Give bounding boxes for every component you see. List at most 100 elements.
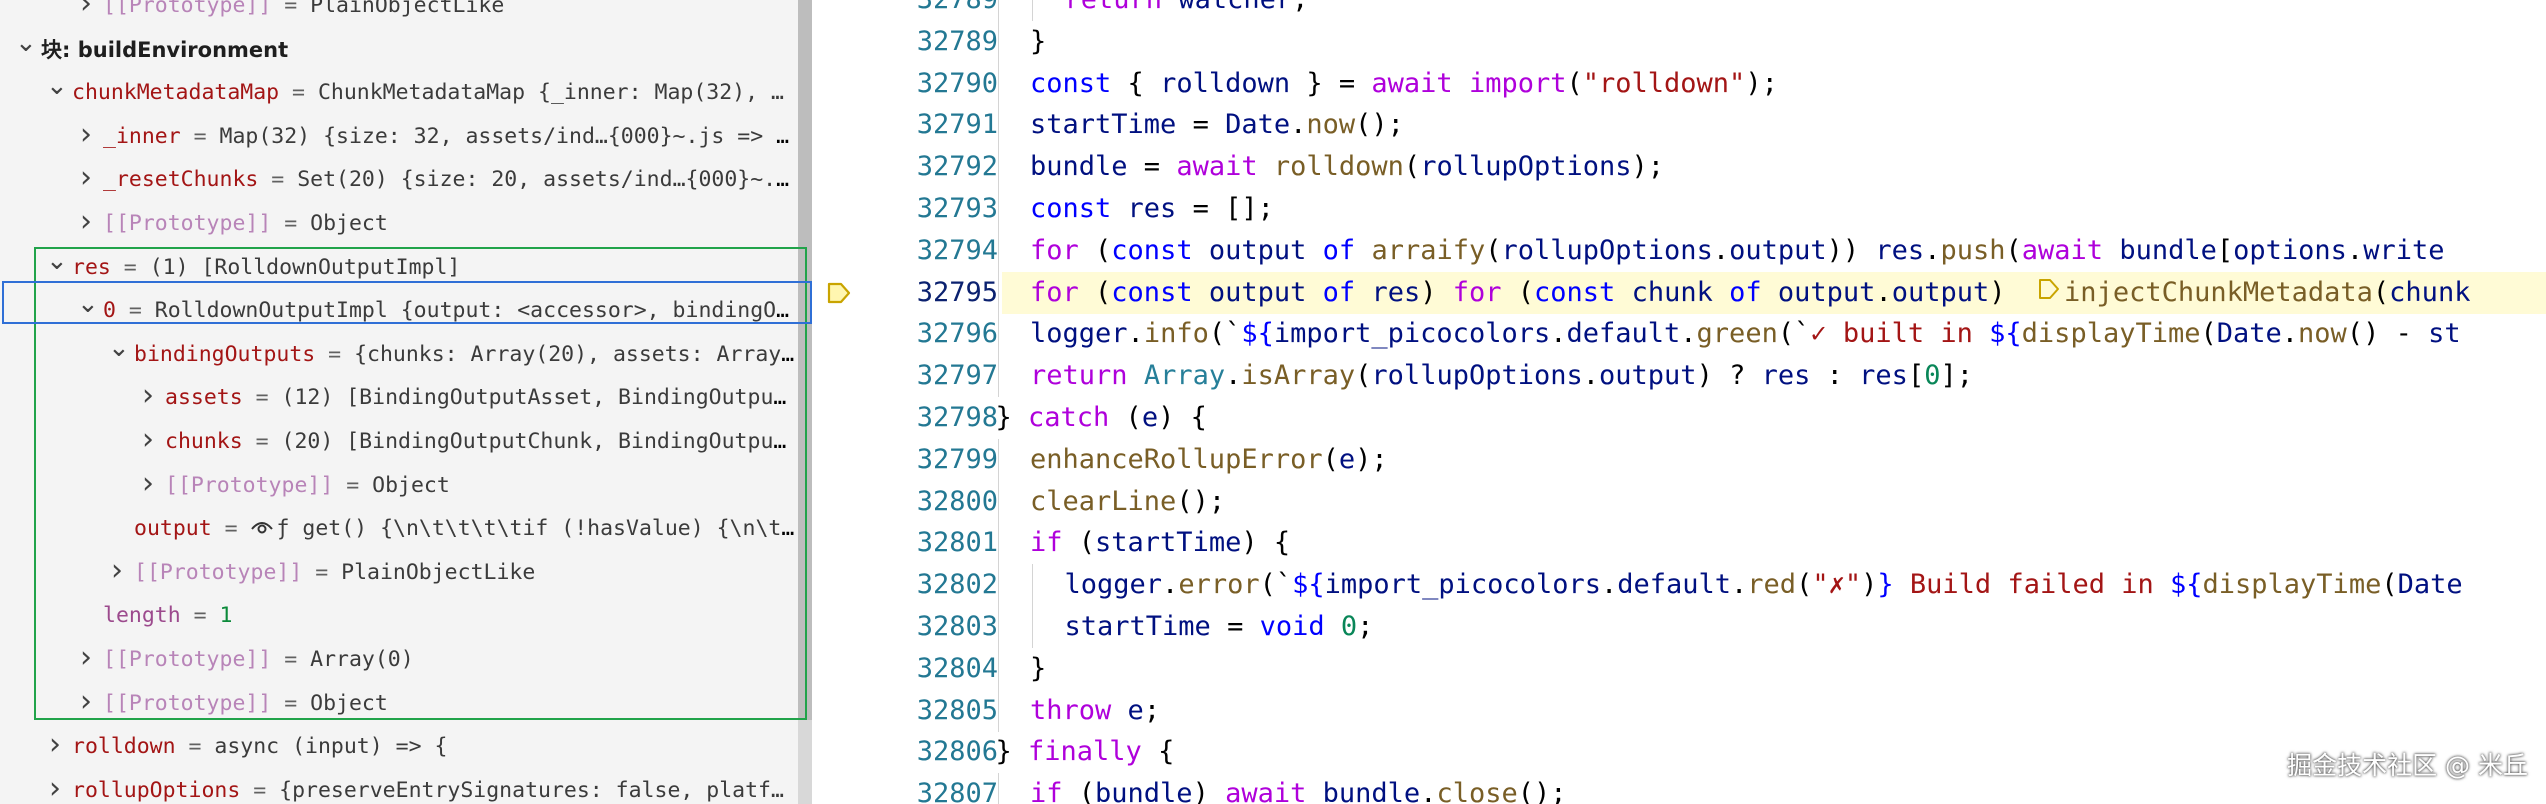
line-number[interactable]: 32798 [812, 397, 998, 439]
var-row-proto-object-2[interactable]: › [[Prototype]] = Object [0, 464, 798, 508]
code-line[interactable]: 32799 enhanceRollupError(e); [812, 438, 2546, 481]
var-row-proto-object[interactable]: › [[Prototype]] = Object [0, 202, 798, 246]
code-line[interactable]: 32800 clearLine(); [812, 480, 2546, 523]
code-token: ) [1989, 276, 2039, 308]
code-token: return [1030, 360, 1128, 392]
var-row-length[interactable]: length = 1 [0, 594, 798, 638]
line-number[interactable]: 32794 [812, 230, 998, 272]
chevron-right-icon[interactable]: › [77, 115, 95, 159]
code-line[interactable]: 32792 bundle = await rolldown(rollupOptio… [812, 146, 2546, 189]
code-text: throw e; [1030, 690, 1160, 732]
line-number[interactable]: 32801 [812, 522, 998, 564]
code-line[interactable]: 32803 startTime = void 0; [812, 606, 2546, 648]
variables-scrollbar-thumb[interactable] [798, 0, 812, 720]
code-line[interactable]: 32807 if (bundle) await bundle.close(); [812, 773, 2546, 804]
code-editor[interactable]: 32789return watcher;32789}32790const { r… [812, 0, 2546, 804]
chevron-right-icon[interactable]: › [139, 420, 157, 464]
var-row-res-0[interactable]: ⌄ 0 = RolldownOutputImpl {output: <access… [0, 289, 798, 333]
chevron-right-icon[interactable]: › [46, 769, 64, 804]
code-line[interactable]: 32796 logger.info(`${import_picocolors.de… [812, 313, 2546, 356]
scope-section-buildEnvironment[interactable]: ⌄ 块: buildEnvironment [0, 28, 798, 72]
var-row-proto-top[interactable]: › [[Prototype]] = PlainObjectLike [0, 0, 798, 28]
var-row-rolldown[interactable]: › rolldown = async (input) => { [0, 725, 798, 769]
line-number[interactable]: 32795 [812, 272, 998, 314]
chevron-right-icon[interactable]: › [108, 551, 126, 595]
var-row-chunks[interactable]: › chunks = (20) [BindingOutputChunk, Bind… [0, 420, 798, 464]
line-number[interactable]: 32802 [812, 564, 998, 606]
code-line[interactable]: 32789 return watcher; [812, 0, 2546, 21]
var-row-proto-plain[interactable]: › [[Prototype]] = PlainObjectLike [0, 551, 798, 595]
code-token: of [1322, 276, 1356, 308]
code-text: bundle = await rolldown(rollupOptions); [1030, 146, 1664, 188]
line-number[interactable]: 32804 [812, 648, 998, 690]
var-row-res[interactable]: ⌄ res = (1) [RolldownOutputImpl] [0, 246, 798, 290]
code-token: st [2428, 318, 2461, 350]
line-number[interactable]: 32792 [812, 146, 998, 188]
var-row-chunkMetadataMap[interactable]: ⌄ chunkMetadataMap = ChunkMetadataMap {_i… [0, 71, 798, 115]
line-number[interactable]: 32793 [812, 188, 998, 230]
chevron-down-icon[interactable]: ⌄ [77, 289, 99, 333]
line-number[interactable]: 32807 [812, 773, 998, 804]
line-number[interactable]: 32806 [812, 731, 998, 773]
line-number[interactable]: 32797 [812, 355, 998, 397]
code-token: ( [1062, 527, 1096, 559]
code-token: ) [1861, 569, 1878, 601]
line-number[interactable]: 32796 [812, 313, 998, 355]
code-line[interactable]: 32795 for (const output of res) for (cons… [812, 271, 2546, 314]
var-row-proto-object-3[interactable]: › [[Prototype]] = Object [0, 682, 798, 726]
line-number[interactable]: 32800 [812, 481, 998, 523]
inline-breakpoint-icon[interactable] [2038, 272, 2064, 314]
code-line[interactable]: 32794 for (const output of arraify(rollup… [812, 229, 2546, 272]
line-number[interactable]: 32789 [812, 0, 998, 21]
code-line[interactable]: 32790 const { rolldown } = await import("… [812, 62, 2546, 105]
line-number[interactable]: 32799 [812, 439, 998, 481]
var-row-output[interactable]: output = ƒ get() {\n\t\t\t\tif (!hasValu… [0, 507, 798, 551]
line-number[interactable]: 32803 [812, 606, 998, 648]
code-text: for (const output of arraify(rollupOptio… [1030, 230, 2444, 272]
chevron-down-icon[interactable]: ⌄ [108, 333, 130, 377]
var-row-_resetChunks[interactable]: › _resetChunks = Set(20) {size: 20, asset… [0, 158, 798, 202]
var-row-assets[interactable]: › assets = (12) [BindingOutputAsset, Bind… [0, 376, 798, 420]
code-token: = [1210, 611, 1260, 642]
code-line[interactable]: 32804} [812, 647, 2546, 690]
variable-value: (20) [BindingOutputChunk, BindingOutputC… [281, 429, 798, 454]
code-line[interactable]: 32805 throw e; [812, 689, 2546, 732]
line-number[interactable]: 32790 [812, 63, 998, 105]
code-line[interactable]: 32802 logger.error(`${import_picocolors.d… [812, 564, 2546, 607]
line-number[interactable]: 32791 [812, 104, 998, 146]
code-token: if [1030, 778, 1063, 804]
chevron-down-icon[interactable]: ⌄ [46, 71, 68, 115]
indent-guide [1032, 564, 1033, 607]
var-row-proto-array[interactable]: › [[Prototype]] = Array(0) [0, 638, 798, 682]
eye-icon[interactable] [250, 507, 277, 551]
chevron-right-icon[interactable]: › [77, 0, 95, 28]
chevron-down-icon[interactable]: ⌄ [46, 246, 68, 290]
code-line[interactable]: 32797 return Array.isArray(rollupOptions.… [812, 355, 2546, 398]
var-row-rollupOptions[interactable]: › rollupOptions = {preserveEntrySignature… [0, 769, 798, 804]
chevron-right-icon[interactable]: › [77, 202, 95, 246]
chevron-right-icon[interactable]: › [139, 376, 157, 420]
chevron-right-icon[interactable]: › [77, 682, 95, 726]
code-token: 0 [1924, 360, 1941, 392]
chevron-right-icon[interactable]: › [46, 725, 64, 769]
indent-guide [997, 0, 999, 21]
chevron-down-icon[interactable]: ⌄ [15, 28, 37, 72]
code-line[interactable]: 32791 startTime = Date.now(); [812, 104, 2546, 147]
variable-name: chunks [165, 429, 243, 454]
var-row-_inner[interactable]: › _inner = Map(32) {size: 32, assets/ind…… [0, 115, 798, 159]
chevron-right-icon[interactable]: › [77, 638, 95, 682]
code-token: rolldown [1273, 151, 1404, 183]
code-line[interactable]: 32798} catch (e) { [812, 397, 2546, 439]
line-number[interactable]: 32805 [812, 690, 998, 732]
chevron-right-icon[interactable]: › [139, 464, 157, 508]
code-line[interactable]: 32793 const res = []; [812, 188, 2546, 230]
var-row-bindingOutputs[interactable]: ⌄ bindingOutputs = {chunks: Array(20), as… [0, 333, 798, 377]
code-line[interactable]: 32806} finally { [812, 731, 2546, 773]
line-number[interactable]: 32789 [812, 21, 998, 63]
variable-name: [[Prototype]] [134, 559, 303, 585]
code-line[interactable]: 32801 if (startTime) { [812, 522, 2546, 565]
code-token: ${ [1989, 318, 2022, 350]
code-line[interactable]: 32789} [812, 20, 2546, 63]
chevron-right-icon[interactable]: › [77, 158, 95, 202]
code-token: Array [1143, 360, 1226, 392]
